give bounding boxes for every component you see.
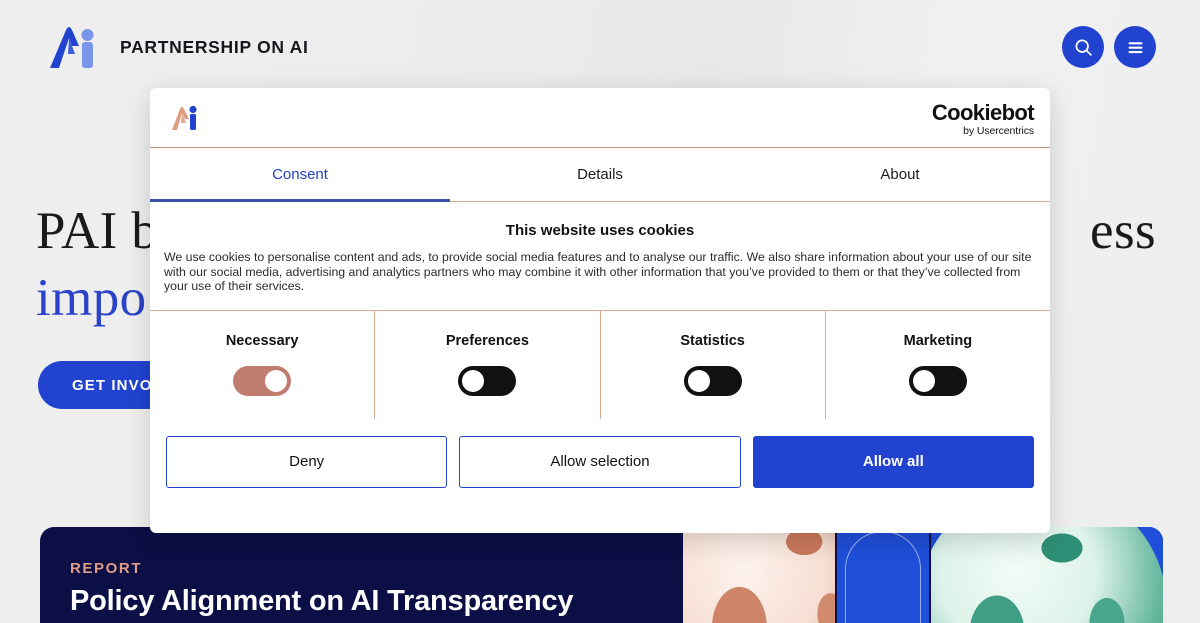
category-preferences[interactable]: Preferences	[375, 310, 601, 419]
category-marketing[interactable]: Marketing	[826, 311, 1050, 419]
search-button[interactable]	[1062, 26, 1104, 68]
category-statistics-label: Statistics	[680, 333, 745, 350]
brand-logo-link[interactable]: PARTNERSHIP ON AI	[46, 24, 309, 70]
dialog-description: We use cookies to personalise content an…	[164, 250, 1032, 294]
cookiebot-name: Cookiebot	[931, 100, 1035, 125]
pai-logo-icon	[46, 24, 98, 70]
report-card-artwork	[683, 527, 1163, 623]
arc-panel	[837, 527, 929, 623]
toggle-knob	[265, 370, 288, 393]
report-title: Policy Alignment on AI Transparency	[70, 585, 574, 617]
tab-consent[interactable]: Consent	[150, 148, 450, 202]
toggle-knob	[462, 370, 485, 393]
category-necessary[interactable]: Necessary	[150, 310, 376, 419]
globe-teal-icon	[931, 527, 1163, 623]
category-preferences-label: Preferences	[445, 333, 529, 350]
allow-selection-button[interactable]: Allow selection	[459, 435, 741, 488]
allow-all-button[interactable]: Allow all	[752, 435, 1034, 488]
category-statistics[interactable]: Statistics	[601, 310, 826, 419]
header-actions	[1062, 26, 1156, 68]
toggle-marketing[interactable]	[908, 366, 967, 397]
tab-details[interactable]: Details	[450, 148, 750, 201]
site-header: PARTNERSHIP ON AI	[0, 0, 1200, 94]
hero-heading-line1-tail: ess	[1090, 202, 1156, 260]
menu-button[interactable]	[1114, 26, 1156, 68]
brand-name: PARTNERSHIP ON AI	[120, 36, 309, 57]
cookiebot-logo: Cookiebot by Usercentrics	[931, 100, 1035, 137]
dialog-pai-logo-icon	[170, 104, 200, 131]
dialog-heading: This website uses cookies	[505, 222, 695, 239]
toggle-knob	[687, 370, 710, 393]
dialog-body: This website uses cookies We use cookies…	[150, 202, 1050, 311]
cookie-consent-dialog: Cookiebot by Usercentrics Consent Detail…	[150, 88, 1050, 533]
dialog-tabs: Consent Details About	[150, 148, 1050, 202]
deny-button[interactable]: Deny	[166, 435, 448, 488]
category-necessary-label: Necessary	[225, 333, 299, 350]
globe-coral-panel	[683, 527, 835, 623]
cookiebot-subtitle: by Usercentrics	[963, 125, 1034, 137]
dialog-actions: Deny Allow selection Allow all	[150, 419, 1050, 505]
search-icon	[1075, 39, 1092, 56]
toggle-preferences[interactable]	[458, 366, 517, 397]
globe-teal-panel	[931, 527, 1163, 623]
globe-coral-icon	[683, 527, 835, 623]
hero-heading-line2: impo	[36, 269, 147, 327]
dialog-header: Cookiebot by Usercentrics	[150, 88, 1050, 148]
category-marketing-label: Marketing	[903, 333, 973, 350]
report-card-text: REPORT Policy Alignment on AI Transparen…	[70, 560, 574, 618]
toggle-necessary[interactable]	[233, 366, 292, 397]
toggle-statistics[interactable]	[683, 366, 742, 397]
report-eyebrow-label: REPORT	[70, 560, 143, 577]
arc-icon	[845, 531, 921, 623]
hamburger-menu-icon	[1128, 41, 1142, 53]
toggle-knob	[912, 370, 935, 393]
report-card[interactable]: REPORT Policy Alignment on AI Transparen…	[40, 527, 1163, 623]
tab-about[interactable]: About	[750, 148, 1050, 201]
consent-categories: Necessary Preferences Statistics Marketi…	[150, 310, 1050, 419]
